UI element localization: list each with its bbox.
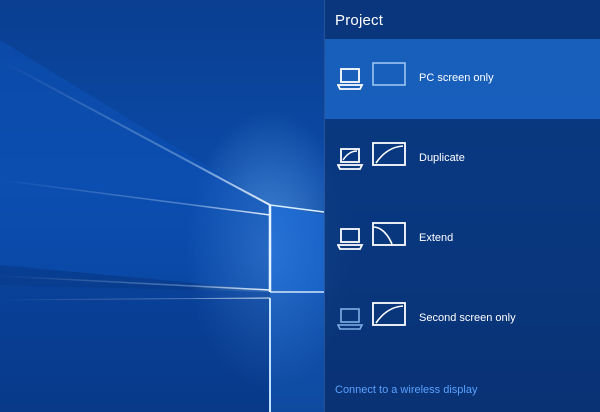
option-label: Second screen only (419, 312, 516, 324)
project-flyout: Project PC screen only Duplicate Extend … (324, 0, 600, 412)
pc-screen-only-icon (336, 59, 407, 99)
option-label: Extend (419, 232, 454, 244)
duplicate-icon (336, 139, 407, 179)
option-duplicate[interactable]: Duplicate (325, 119, 600, 199)
option-pc-screen-only[interactable]: PC screen only (325, 39, 600, 119)
connect-wireless-display-link[interactable]: Connect to a wireless display (335, 384, 477, 396)
second-screen-only-icon (336, 299, 407, 339)
extend-icon (336, 219, 407, 259)
option-label: Duplicate (419, 152, 465, 164)
option-second-screen-only[interactable]: Second screen only (325, 279, 600, 359)
option-extend[interactable]: Extend (325, 199, 600, 279)
panel-title: Project (335, 12, 384, 29)
option-label: PC screen only (419, 72, 494, 84)
